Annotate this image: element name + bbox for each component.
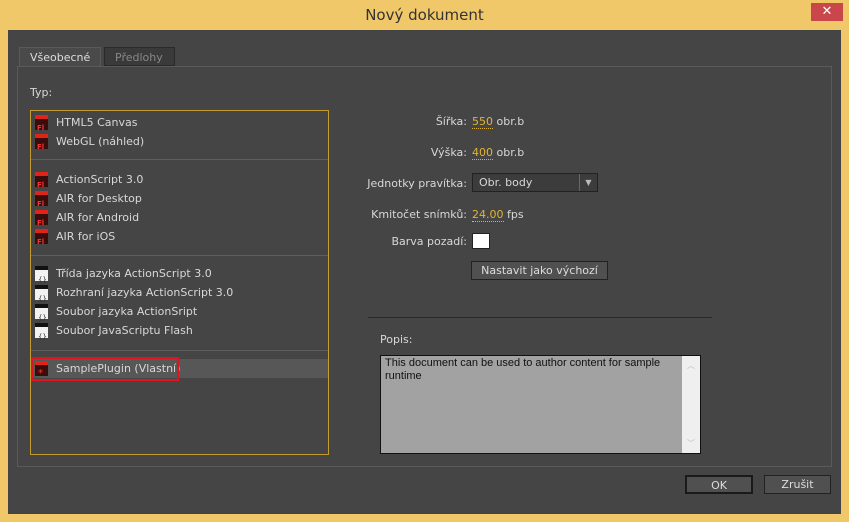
ruler-label: Jednotky pravítka: [367,177,467,190]
ruler-value: Obr. body [479,176,533,189]
fl-icon [35,191,48,214]
bg-color-label: Barva pozadí: [391,235,467,248]
width-unit: obr.b [496,115,525,128]
list-item[interactable]: Třída jazyka ActionScript 3.0 [31,264,328,290]
description-label: Popis: [380,333,413,346]
fl-icon [35,115,48,138]
close-button[interactable]: ✕ [811,3,843,21]
list-item[interactable]: Rozhraní jazyka ActionScript 3.0 [31,283,328,309]
item-label: Třída jazyka ActionScript 3.0 [56,267,212,280]
ok-button[interactable]: OK [685,475,753,494]
list-item[interactable]: AIR for Desktop [31,189,328,214]
item-label: HTML5 Canvas [56,116,138,129]
chevron-down-icon: ▼ [579,174,597,191]
fl-icon [35,229,48,252]
window-title: Nový dokument [365,6,484,24]
type-list[interactable]: HTML5 Canvas WebGL (náhled) ActionScript… [30,110,329,455]
jsfl-file-icon [35,323,48,347]
list-item[interactable]: Soubor JavaScriptu Flash [31,321,328,347]
divider [31,350,328,351]
scrollbar[interactable]: ︿ ﹀ [682,356,700,453]
item-label: Soubor JavaScriptu Flash [56,324,193,337]
divider [368,317,712,318]
chevron-down-icon: ﹀ [687,439,695,448]
fps-value[interactable]: 24.00 [472,208,504,222]
width-label: Šířka: [435,115,467,128]
description-textarea[interactable]: This document can be used to author cont… [380,355,701,454]
set-default-button[interactable]: Nastavit jako výchozí [471,261,608,280]
item-label: WebGL (náhled) [56,135,145,148]
as-file-icon [35,285,48,309]
divider [31,255,328,256]
chevron-up-icon: ︿ [687,361,695,370]
divider [31,159,328,160]
height-unit: obr.b [496,146,525,159]
description-text: This document can be used to author cont… [385,357,661,382]
height-label: Výška: [430,146,467,159]
tab-general[interactable]: Všeobecné [19,47,102,66]
ruler-units-select[interactable]: Obr. body ▼ [472,173,598,192]
type-label: Typ: [30,86,53,99]
list-item[interactable]: Soubor jazyka ActionSript [31,302,328,328]
height-value[interactable]: 400 [472,146,493,160]
item-label: Rozhraní jazyka ActionScript 3.0 [56,286,234,299]
cancel-button[interactable]: Zrušit [764,475,831,494]
fl-icon [35,172,48,195]
item-label: AIR for Android [56,211,140,224]
item-label: AIR for iOS [56,230,116,243]
item-label: AIR for Desktop [56,192,142,205]
tab-templates[interactable]: Předlohy [104,47,175,66]
item-label: ActionScript 3.0 [56,173,144,186]
fl-icon [35,134,48,157]
bg-color-swatch[interactable] [472,233,490,249]
as-file-icon [35,266,48,290]
highlight-box [31,357,179,381]
item-label: Soubor jazyka ActionSript [56,305,198,318]
width-value[interactable]: 550 [472,115,493,129]
fps-unit: fps [507,208,524,221]
fl-icon [35,210,48,233]
fps-label: Kmitočet snímků: [371,208,467,221]
as-file-icon [35,304,48,328]
